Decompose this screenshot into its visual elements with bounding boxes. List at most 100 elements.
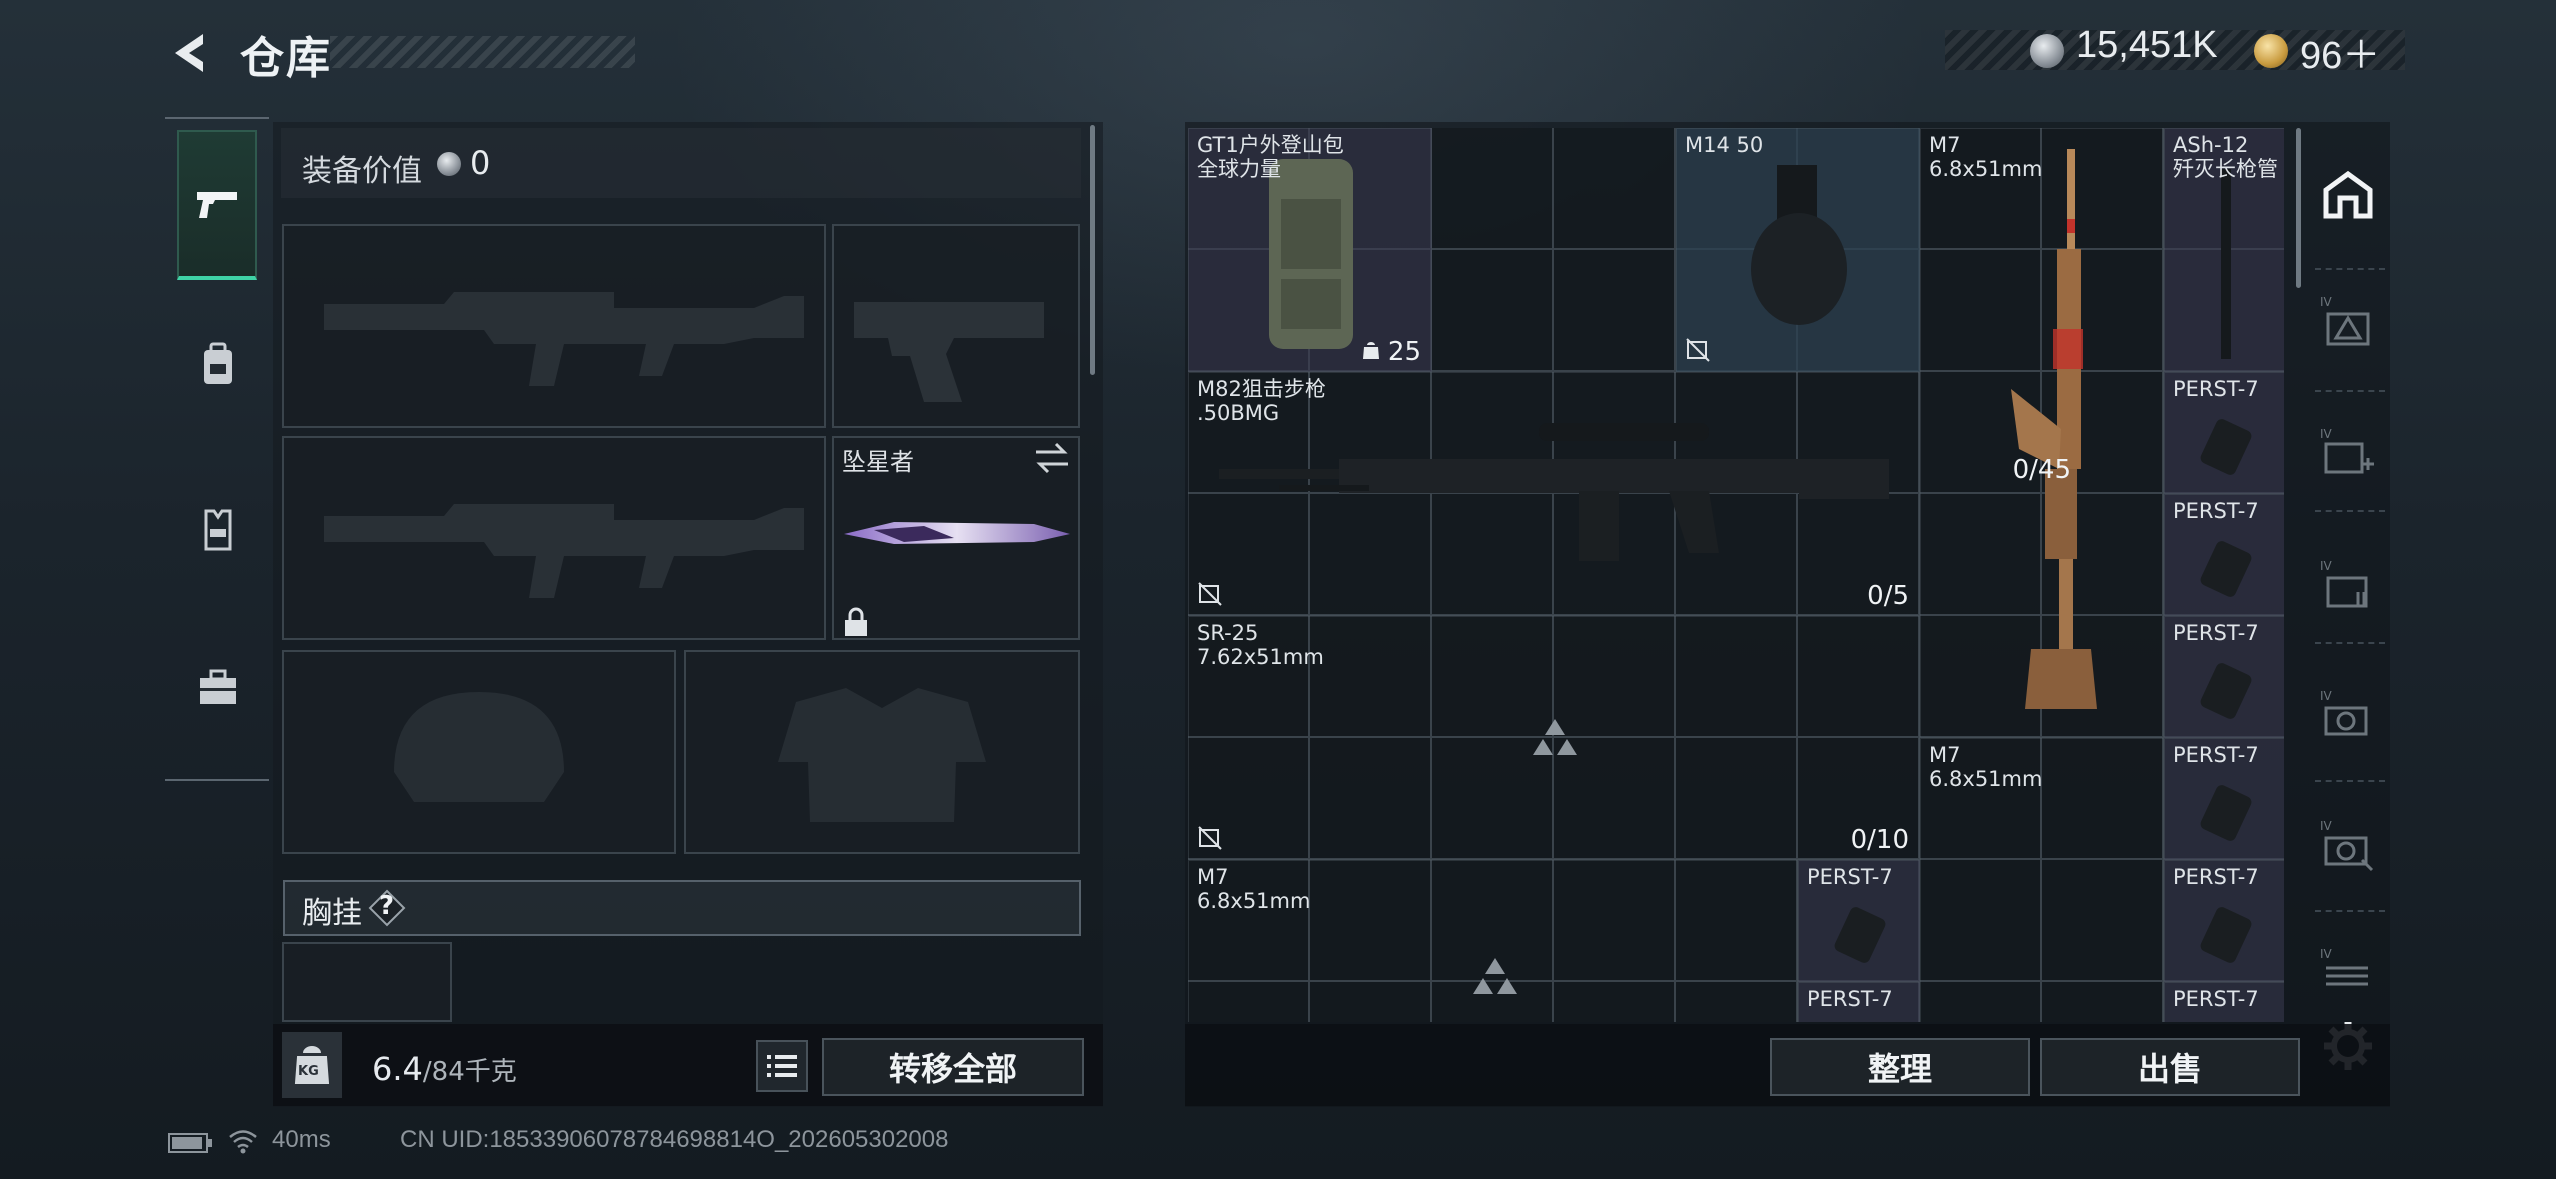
lock-icon bbox=[845, 607, 867, 636]
toolbox-icon bbox=[200, 669, 236, 704]
iv-ammo-icon[interactable]: IV bbox=[2318, 556, 2378, 616]
back-arrow-icon[interactable] bbox=[165, 28, 215, 78]
swap-icon[interactable] bbox=[1032, 440, 1072, 476]
helmet-slot[interactable] bbox=[282, 650, 676, 854]
gold-amount[interactable]: 96＋ bbox=[2300, 24, 2380, 79]
item-name: ASh-12 歼灭长枪管 bbox=[2173, 133, 2278, 181]
user-uid: CN UID:18533906078784698814O_20260530200… bbox=[400, 1126, 949, 1153]
primary-weapon-slot[interactable] bbox=[282, 224, 826, 428]
grid-item-perst7[interactable]: PERST-7 bbox=[2164, 738, 2284, 860]
pistol-slot[interactable] bbox=[832, 224, 1080, 428]
grid-item-perst7[interactable]: PERST-7 bbox=[1798, 860, 1920, 982]
grid-item-perst7[interactable]: PERST-7 bbox=[2164, 860, 2284, 982]
page-title: 仓库 bbox=[240, 33, 332, 84]
battery-image-icon bbox=[2200, 419, 2252, 475]
transfer-all-button[interactable]: 转移全部 bbox=[822, 1038, 1084, 1096]
title-stripe bbox=[330, 36, 635, 68]
item-name: PERST-7 bbox=[1807, 987, 1893, 1011]
grid-item-ash12-barrel[interactable]: ASh-12 歼灭长枪管 bbox=[2164, 128, 2284, 372]
rifle-silhouette-icon bbox=[324, 292, 804, 386]
storage-grid: GT1户外登山包 全球力量 25 M14 50 M7 6.8x51mm 0/45 A… bbox=[1188, 128, 2284, 1022]
carry-weight: 6.4/84千克 bbox=[372, 1050, 517, 1088]
iv-case-icon[interactable]: IV bbox=[2318, 944, 2378, 1004]
backpack-icon bbox=[204, 342, 232, 384]
rifle-silhouette-icon bbox=[324, 504, 804, 598]
tab-backpack[interactable] bbox=[178, 325, 258, 405]
iv-camera-icon[interactable]: IV bbox=[2318, 816, 2378, 876]
list-view-button[interactable] bbox=[756, 1040, 808, 1092]
help-icon[interactable]: ? bbox=[368, 889, 406, 927]
armor-slot[interactable] bbox=[684, 650, 1080, 854]
grid-item-perst7[interactable]: PERST-7 bbox=[2164, 982, 2284, 1022]
ammo-count: 0/5 bbox=[1867, 581, 1909, 611]
grid-item-perst7[interactable]: PERST-7 bbox=[1798, 982, 1920, 1022]
silver-coin-icon bbox=[437, 152, 461, 176]
svg-text:IV: IV bbox=[2320, 947, 2333, 961]
no-repair-icon bbox=[1198, 826, 1222, 850]
divider bbox=[2315, 642, 2385, 644]
item-name: M14 50 bbox=[1685, 133, 1764, 157]
iv-scope-icon[interactable]: IV bbox=[2318, 686, 2378, 746]
loading-triforce-icon bbox=[1473, 958, 1517, 994]
carry-weight-current: 6.4 bbox=[372, 1050, 423, 1088]
melee-name: 坠星者 bbox=[842, 448, 914, 476]
pistol-icon bbox=[197, 192, 237, 218]
capacity-count: 25 bbox=[1362, 337, 1421, 367]
divider bbox=[2315, 910, 2385, 912]
divider bbox=[2315, 780, 2385, 782]
grid-item-sr25[interactable]: SR-25 7.62x51mm 0/10 bbox=[1188, 616, 1920, 860]
home-icon[interactable] bbox=[2318, 166, 2378, 226]
svg-text:IV: IV bbox=[2320, 689, 2333, 703]
silver-coin-icon bbox=[2030, 34, 2064, 68]
svg-text:IV: IV bbox=[2320, 819, 2333, 833]
divider bbox=[2315, 268, 2385, 270]
equipment-value-label: 装备价值 bbox=[302, 154, 422, 189]
grid-item-m14-magazine[interactable]: M14 50 bbox=[1676, 128, 1920, 372]
item-name: M7 6.8x51mm bbox=[1197, 865, 1311, 913]
battery-image-icon bbox=[2200, 541, 2252, 597]
grid-item-m7[interactable]: M7 6.8x51mm bbox=[1188, 860, 1798, 1022]
grid-item-backpack[interactable]: GT1户外登山包 全球力量 25 bbox=[1188, 128, 1432, 372]
item-name: PERST-7 bbox=[2173, 987, 2259, 1011]
storage-scrollbar[interactable] bbox=[2296, 128, 2301, 288]
sort-button[interactable]: 整理 bbox=[1770, 1038, 2030, 1096]
battery-image-icon bbox=[2200, 907, 2252, 963]
grid-item-perst7[interactable]: PERST-7 bbox=[2164, 494, 2284, 616]
battery-status-icon bbox=[168, 1133, 212, 1153]
svg-text:IV: IV bbox=[2320, 427, 2333, 441]
drum-magazine-icon bbox=[1751, 165, 1847, 325]
armor-silhouette-icon bbox=[778, 688, 986, 822]
chest-rig-slot[interactable] bbox=[282, 942, 452, 1022]
item-name: M7 6.8x51mm bbox=[1929, 743, 2043, 791]
secondary-weapon-slot[interactable] bbox=[282, 436, 826, 640]
vest-icon bbox=[204, 509, 232, 551]
grid-item-perst7[interactable]: PERST-7 bbox=[2164, 616, 2284, 738]
grid-item-m7-right[interactable]: M7 6.8x51mm bbox=[1920, 738, 2164, 1022]
equipment-value: 0 bbox=[470, 144, 491, 182]
iv-medkit-icon[interactable]: IV bbox=[2318, 424, 2378, 484]
list-icon bbox=[767, 1055, 797, 1077]
capacity-icon bbox=[1362, 342, 1379, 359]
no-repair-icon bbox=[1686, 338, 1710, 362]
weight-icon-label: KG bbox=[298, 1064, 319, 1079]
tab-toolbox[interactable] bbox=[178, 648, 258, 728]
helmet-silhouette-icon bbox=[394, 692, 564, 802]
tab-weapons[interactable] bbox=[177, 130, 257, 280]
divider bbox=[2315, 390, 2385, 392]
grid-item-perst7[interactable]: PERST-7 bbox=[2164, 372, 2284, 494]
ammo-count: 0/10 bbox=[1850, 825, 1909, 855]
sell-button[interactable]: 出售 bbox=[2040, 1038, 2300, 1096]
grid-item-m82[interactable]: M82狙击步枪 .50BMG 0/5 bbox=[1188, 372, 1920, 616]
item-name: M7 6.8x51mm bbox=[1929, 133, 2043, 181]
battery-image-icon bbox=[1834, 907, 1886, 963]
ping-display: 40ms bbox=[272, 1126, 331, 1153]
tab-vest[interactable] bbox=[178, 490, 258, 570]
help-mark: ? bbox=[379, 891, 395, 921]
svg-text:IV: IV bbox=[2320, 559, 2333, 573]
grid-item-m7-gold[interactable]: M7 6.8x51mm 0/45 bbox=[1920, 128, 2164, 738]
divider bbox=[2315, 510, 2385, 512]
iv-rifle-icon[interactable]: IV bbox=[2318, 292, 2378, 352]
wifi-icon bbox=[229, 1130, 257, 1154]
gold-coin-icon bbox=[2254, 34, 2288, 68]
equipment-scrollbar[interactable] bbox=[1090, 125, 1095, 375]
